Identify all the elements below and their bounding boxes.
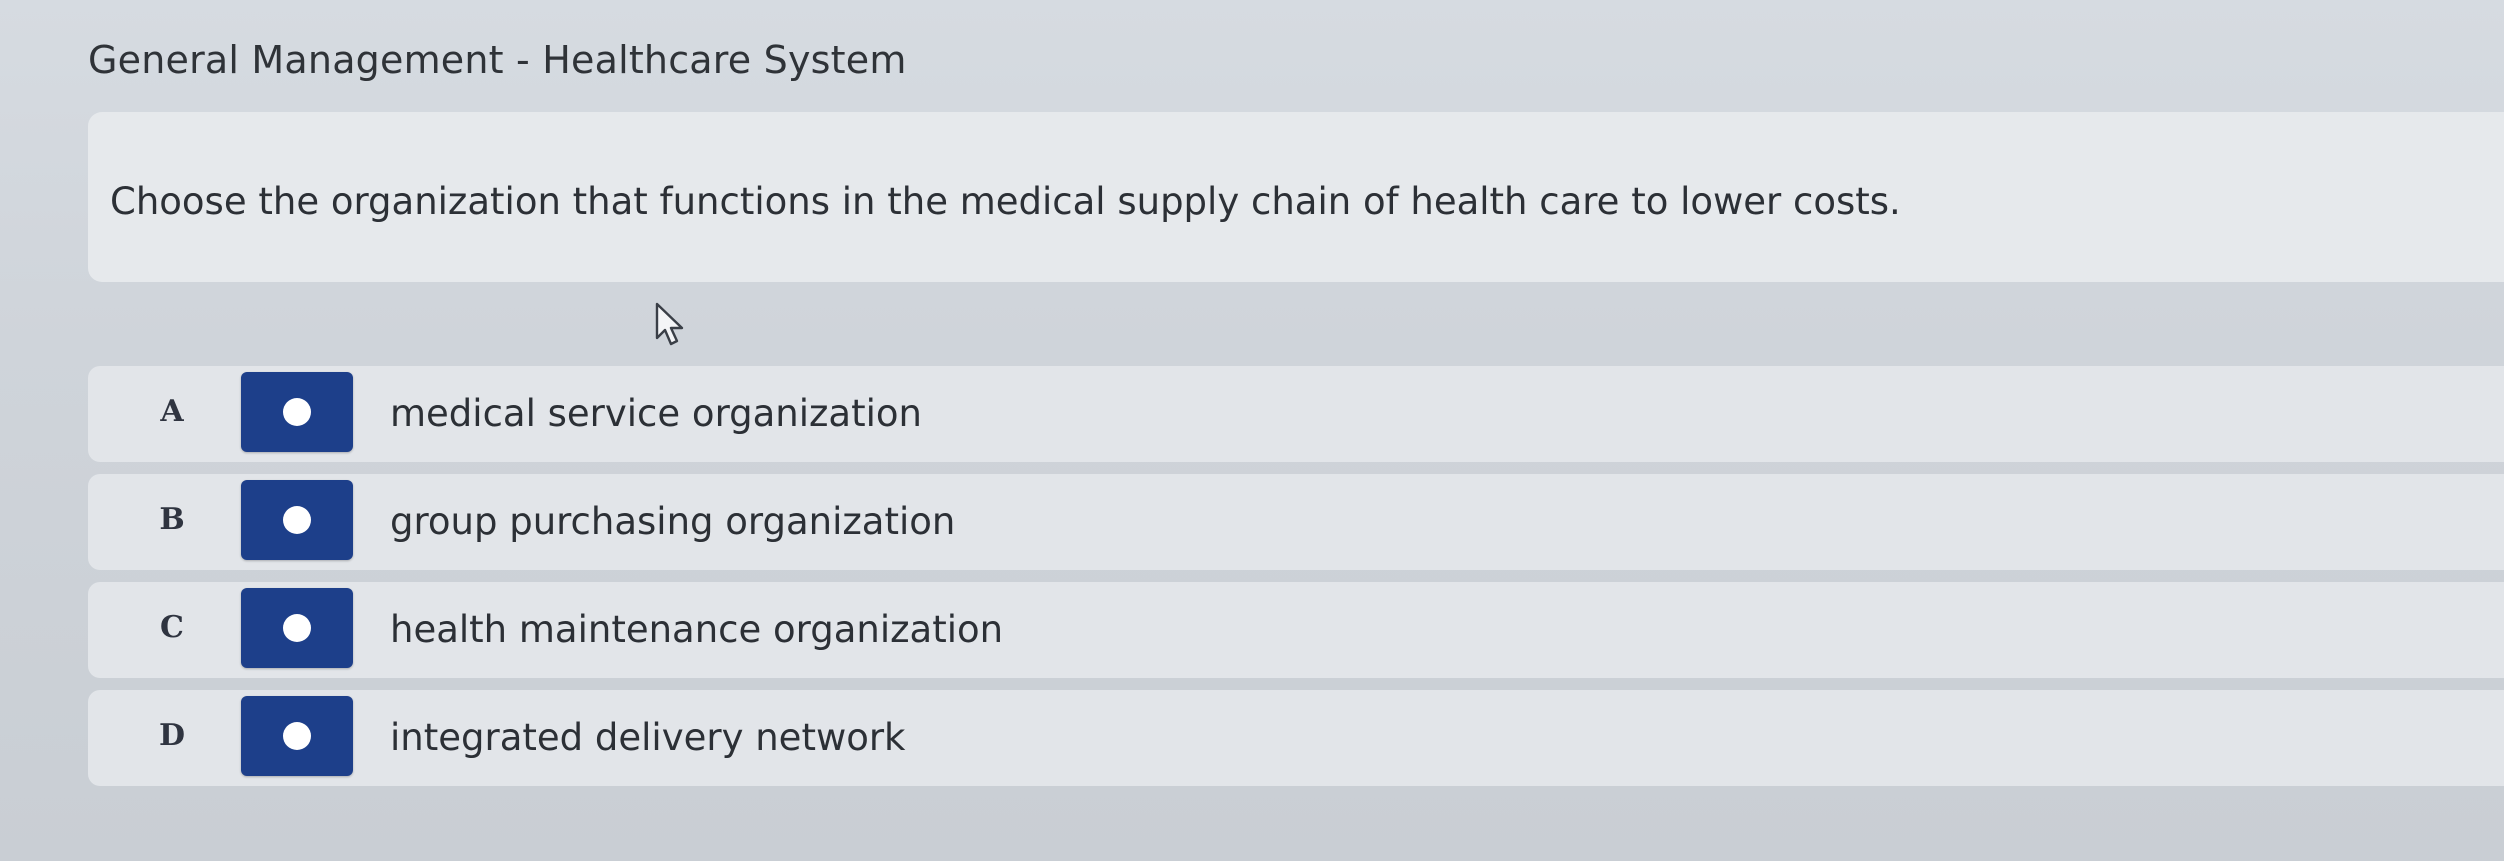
radio-dot-icon xyxy=(283,506,311,534)
radio-button-a[interactable] xyxy=(241,372,353,452)
option-letter: B xyxy=(159,502,185,537)
option-letter: A xyxy=(160,394,184,429)
option-label[interactable]: medical service organization xyxy=(390,392,922,435)
answer-options: A medical service organization B group p… xyxy=(88,366,2504,798)
option-row-d[interactable]: D integrated delivery network xyxy=(88,690,2504,786)
radio-dot-icon xyxy=(283,614,311,642)
option-row-a[interactable]: A medical service organization xyxy=(88,366,2504,462)
radio-button-c[interactable] xyxy=(241,588,353,668)
question-panel: Choose the organization that functions i… xyxy=(88,112,2504,282)
radio-button-d[interactable] xyxy=(241,696,353,776)
page-title: General Management - Healthcare System xyxy=(88,38,907,82)
option-letter: D xyxy=(158,718,185,753)
option-letter: C xyxy=(160,610,184,645)
mouse-pointer-icon xyxy=(655,302,684,346)
radio-dot-icon xyxy=(283,722,311,750)
question-text: Choose the organization that functions i… xyxy=(110,180,1901,223)
option-row-b[interactable]: B group purchasing organization xyxy=(88,474,2504,570)
option-label[interactable]: integrated delivery network xyxy=(390,716,906,759)
option-label[interactable]: health maintenance organization xyxy=(390,608,1003,651)
option-row-c[interactable]: C health maintenance organization xyxy=(88,582,2504,678)
radio-dot-icon xyxy=(283,398,311,426)
option-label[interactable]: group purchasing organization xyxy=(390,500,955,543)
radio-button-b[interactable] xyxy=(241,480,353,560)
